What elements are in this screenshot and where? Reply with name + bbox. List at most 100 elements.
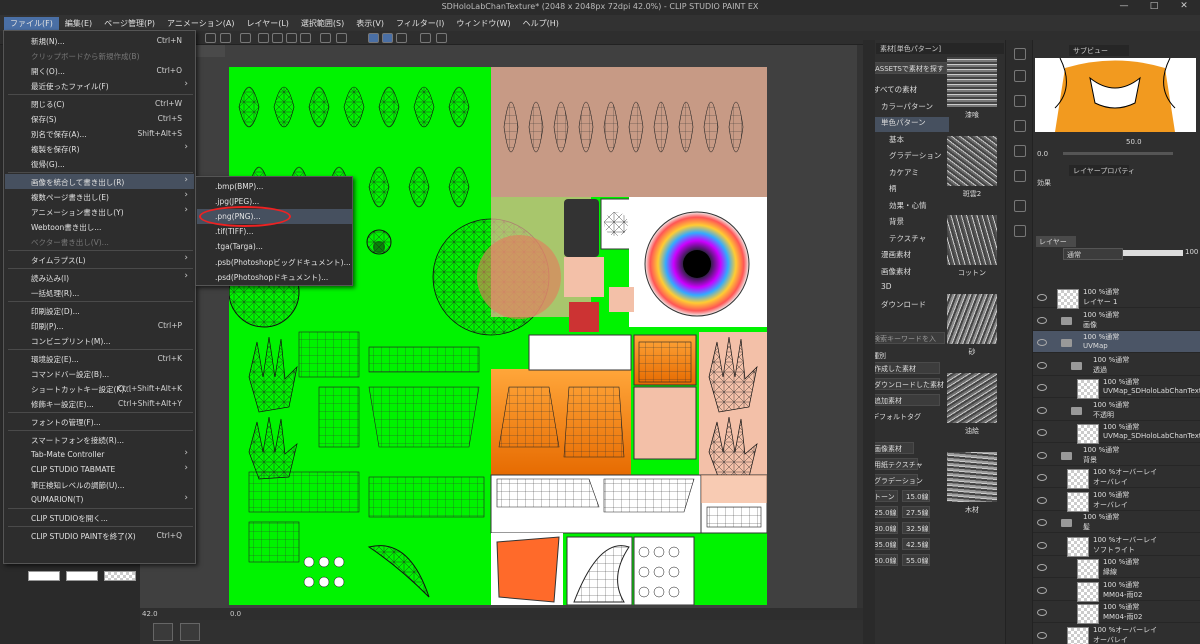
folder-icon[interactable] xyxy=(1014,200,1026,212)
material-thumbnail[interactable]: コットン xyxy=(947,215,999,279)
navigator-rotate-slider[interactable] xyxy=(1063,152,1173,155)
material-tree-item[interactable]: 漫画素材 xyxy=(869,249,949,264)
menu-8[interactable]: ウィンドウ(W) xyxy=(450,17,516,30)
material-tree-item[interactable]: 3D xyxy=(869,282,949,297)
kind-button[interactable]: ダウンロードした素材 xyxy=(870,378,944,390)
file-menu-item[interactable]: コマンドバー設定(B)... xyxy=(5,366,194,381)
opacity-value[interactable]: 100 xyxy=(1185,248,1198,256)
kind-button[interactable]: 作成した素材 xyxy=(870,362,940,374)
material-thumbnail[interactable]: 木材 xyxy=(947,452,999,516)
assets-search-button[interactable]: ASSETSで素材を探す xyxy=(871,62,947,74)
material-tree-item[interactable]: 効果・心情 xyxy=(869,200,949,215)
layer-icon[interactable] xyxy=(1014,95,1026,107)
menu-0[interactable]: ファイル(F) xyxy=(4,16,59,30)
layer-row[interactable]: 100 %通常UVMap_SDHoloLabChanTexture xyxy=(1033,421,1200,444)
layer-row[interactable]: 100 %オーバーレイ オーバレイ xyxy=(1033,466,1200,489)
navigator-angle[interactable]: 0.0 xyxy=(1037,150,1048,158)
file-menu-item[interactable]: 複数ページ書き出し(E) › xyxy=(5,189,194,204)
material-tree-item[interactable]: 背景 xyxy=(869,216,949,231)
menu-3[interactable]: アニメーション(A) xyxy=(161,17,240,30)
material-tree-item[interactable]: ダウンロード xyxy=(869,299,949,314)
eye-icon[interactable] xyxy=(1037,631,1047,639)
history-icon[interactable] xyxy=(1014,225,1026,237)
blend-mode-select[interactable]: 通常 xyxy=(1063,248,1123,260)
file-menu-item[interactable]: ショートカットキー設定(K)... Ctrl+Shift+Alt+K xyxy=(5,381,194,396)
eye-icon[interactable] xyxy=(1037,474,1047,481)
layer-row[interactable]: 100 %オーバーレイ ソフトライト xyxy=(1033,534,1200,557)
property-icon[interactable] xyxy=(1014,120,1026,132)
file-menu-item[interactable]: 印刷(P)... Ctrl+P xyxy=(5,318,194,333)
eye-icon[interactable] xyxy=(1037,541,1047,549)
material-thumbnail[interactable]: 油絵 xyxy=(947,373,999,437)
layer-row[interactable]: 100 %通常 透過 xyxy=(1033,354,1200,376)
close-button[interactable]: ✕ xyxy=(1170,1,1198,14)
fill-icon[interactable] xyxy=(286,33,297,43)
export-format-item[interactable]: .tif(TIFF)... xyxy=(197,224,352,239)
material-tree-item[interactable]: 基本 xyxy=(869,134,949,149)
clear-icon[interactable] xyxy=(240,33,251,43)
export-format-item[interactable]: .tga(Targa)... xyxy=(197,239,352,254)
eye-icon[interactable] xyxy=(1037,519,1047,526)
sub-color-swatch[interactable] xyxy=(66,571,98,581)
layer-tab[interactable]: レイヤー xyxy=(1036,236,1076,247)
file-menu-item[interactable]: 別名で保存(A)... Shift+Alt+S xyxy=(5,126,194,141)
eye-icon[interactable] xyxy=(1037,451,1047,459)
kind-button[interactable]: 追加素材 xyxy=(870,394,940,406)
file-menu-item[interactable]: 複製を保存(R) › xyxy=(5,141,194,156)
file-menu-item[interactable]: 最近使ったファイル(F) › xyxy=(5,78,194,93)
snap-special-ruler-icon[interactable] xyxy=(382,33,393,43)
file-menu-item[interactable]: コンビニプリント(M)... xyxy=(5,333,194,348)
file-menu-item[interactable]: アニメーション書き出し(Y) › xyxy=(5,204,194,219)
tag-button[interactable]: グラデーション xyxy=(870,474,923,486)
clip-studio-icon[interactable] xyxy=(420,33,431,43)
color-icon[interactable] xyxy=(1014,170,1026,182)
opacity-slider[interactable] xyxy=(1123,250,1183,256)
file-menu-item[interactable]: 保存(S) Ctrl+S xyxy=(5,111,194,126)
main-color-swatch[interactable] xyxy=(28,571,60,581)
transparent-color-swatch[interactable] xyxy=(104,571,136,581)
material-tree-item[interactable]: 単色パターン xyxy=(869,117,949,132)
layer-row[interactable]: 100 %通常 縁線 xyxy=(1033,556,1200,579)
material-thumbnail[interactable]: 砂 xyxy=(947,294,999,358)
layer-row[interactable]: 100 %通常 不透明 xyxy=(1033,399,1200,421)
material-tree-item[interactable]: グラデーション xyxy=(869,150,949,165)
material-tree-item[interactable]: すべての素材 xyxy=(869,84,949,99)
ruler-icon[interactable] xyxy=(320,33,331,43)
file-menu-item[interactable]: 印刷設定(D)... xyxy=(5,303,194,318)
layer-row[interactable]: 100 %通常 MM04-雨02 xyxy=(1033,579,1200,602)
assets-icon[interactable] xyxy=(436,33,447,43)
menu-1[interactable]: 編集(E) xyxy=(59,17,98,30)
file-menu-item[interactable]: CLIP STUDIO TABMATE › xyxy=(5,462,194,477)
layer-row[interactable]: 100 %通常 オーバレイ xyxy=(1033,489,1200,512)
file-menu-item[interactable]: 新規(N)... Ctrl+N xyxy=(5,33,194,48)
material-thumbnail[interactable]: 漆喰 xyxy=(947,57,999,121)
eye-icon[interactable] xyxy=(1037,316,1047,324)
navigator-preview[interactable] xyxy=(1035,58,1196,132)
layer-row[interactable]: 100 %オーバーレイ オーバレイ xyxy=(1033,624,1200,644)
export-format-item[interactable]: .bmp(BMP)... xyxy=(197,179,352,194)
brush-icon[interactable] xyxy=(1014,145,1026,157)
file-menu-item[interactable]: スマートフォンを接続(R)... xyxy=(5,432,194,447)
file-menu-item[interactable]: CLIP STUDIO PAINTを終了(X) Ctrl+Q xyxy=(5,528,194,543)
eye-icon[interactable] xyxy=(1037,339,1047,346)
snap-icon[interactable] xyxy=(336,33,347,43)
close-icon[interactable] xyxy=(1014,70,1026,82)
navigator-icon[interactable] xyxy=(1014,48,1026,60)
file-menu-item[interactable]: 画像を統合して書き出し(R) › xyxy=(5,174,194,189)
export-format-item[interactable]: .psb(Photoshopビッグドキュメント)... xyxy=(197,254,352,269)
redo-icon[interactable] xyxy=(220,33,231,43)
minimize-button[interactable]: — xyxy=(1110,1,1138,14)
file-menu-item[interactable]: 復帰(G)... xyxy=(5,156,194,171)
navigator-zoom[interactable]: 50.0 xyxy=(1126,138,1142,146)
layer-row[interactable]: 100 %通常 UVMap xyxy=(1033,331,1200,353)
timeline-icon[interactable] xyxy=(153,623,173,641)
material-tree-item[interactable]: テクスチャ xyxy=(869,233,949,248)
file-menu-item[interactable]: 読み込み(I) › xyxy=(5,270,194,285)
tag-button[interactable]: 42.5線 xyxy=(902,538,930,550)
snap-ruler-icon[interactable] xyxy=(368,33,379,43)
material-tree-item[interactable]: カケアミ xyxy=(869,167,949,182)
menu-6[interactable]: 表示(V) xyxy=(350,17,390,30)
file-menu-item[interactable]: 開く(O)... Ctrl+O xyxy=(5,63,194,78)
layer-row[interactable]: 100 %通常 MM04-雨02 xyxy=(1033,601,1200,624)
eye-icon[interactable] xyxy=(1037,496,1047,504)
